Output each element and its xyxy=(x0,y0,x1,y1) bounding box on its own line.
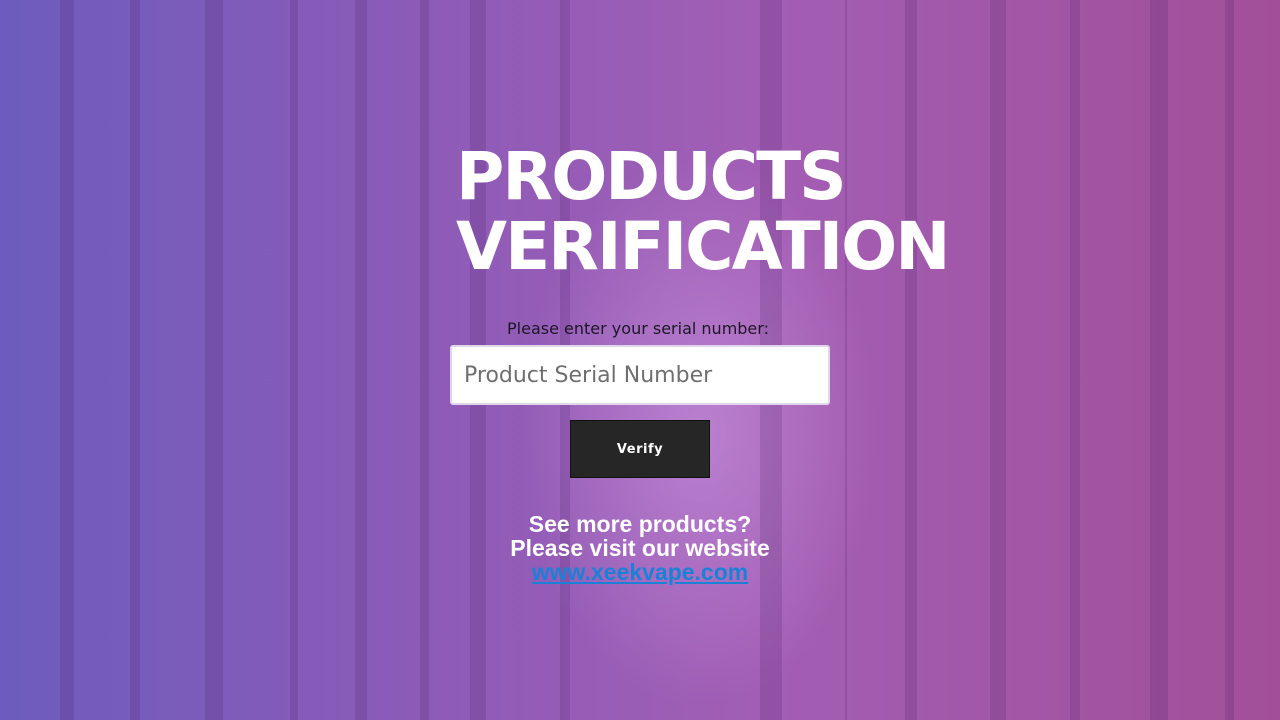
tree-trunk xyxy=(205,0,223,720)
website-promo: See more products? Please visit our webs… xyxy=(0,512,1280,584)
tree-trunk xyxy=(60,0,74,720)
promo-line-2: Please visit our website xyxy=(510,535,770,561)
promo-line-1: See more products? xyxy=(528,511,752,537)
tree-trunk xyxy=(1225,0,1234,720)
title-line-1: PRODUCTS xyxy=(456,138,847,215)
tree-trunk xyxy=(1070,0,1080,720)
tree-trunk xyxy=(845,0,847,720)
tree-trunk xyxy=(355,0,367,720)
tree-trunk xyxy=(1150,0,1168,720)
tree-trunk xyxy=(990,0,1006,720)
tree-trunk xyxy=(420,0,429,720)
tree-trunk xyxy=(905,0,917,720)
website-link[interactable]: www.xeekvape.com xyxy=(532,559,748,585)
page-title: PRODUCTS VERIFICATION xyxy=(456,138,950,285)
title-line-2: VERIFICATION xyxy=(456,208,950,285)
serial-number-input[interactable] xyxy=(450,345,830,405)
serial-prompt-label: Please enter your serial number: xyxy=(507,319,769,338)
tree-trunk xyxy=(130,0,140,720)
verify-button[interactable]: Verify xyxy=(570,420,710,478)
tree-trunk xyxy=(290,0,298,720)
